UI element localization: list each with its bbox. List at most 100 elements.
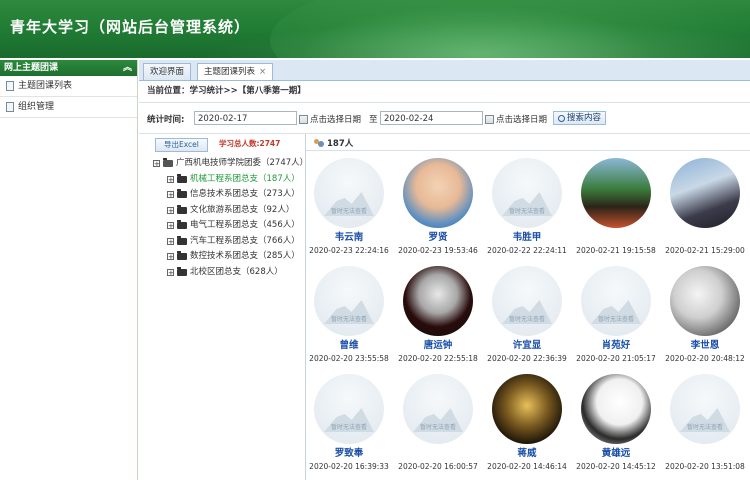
learner-name[interactable]: 蒋威 (482, 447, 572, 461)
learner-card[interactable]: 唐运钟 2020-02-20 22:55:18 (393, 266, 483, 363)
learner-card[interactable]: 2020-02-21 15:29:00 (660, 158, 750, 255)
search-button-label: 搜索内容 (567, 113, 602, 123)
learner-name[interactable]: 唐运钟 (393, 339, 483, 353)
sidebar-item-topic-list[interactable]: 主题团课列表 (0, 76, 137, 97)
search-button[interactable]: 搜索内容 (553, 111, 607, 125)
learner-card[interactable]: 蒋威 2020-02-20 14:46:14 (482, 374, 572, 471)
learner-grid-panel: 187人 暂时无法查看 韦云南 2020-02-23 22:24:16 罗贤 2020-… (306, 134, 750, 480)
expand-icon[interactable]: + (167, 206, 174, 214)
tree-node[interactable]: + 信息技术系团总支（273人） (153, 187, 305, 203)
tab-label: 欢迎界面 (150, 67, 185, 77)
learner-name[interactable]: 罗致奉 (306, 447, 394, 461)
tree-node[interactable]: + 汽车工程系团总支（766人） (153, 234, 305, 250)
document-icon (6, 102, 14, 112)
learner-name[interactable]: 黄雄远 (571, 447, 661, 461)
tree-node-root[interactable]: + 广西机电技师学院团委（2747人） (153, 156, 305, 172)
avatar[interactable]: 暂时无法查看 (314, 266, 384, 336)
tree-node[interactable]: + 数控技术系团总支（285人） (153, 249, 305, 265)
expand-icon[interactable]: + (167, 253, 174, 261)
end-date-input[interactable]: 2020-02-24 (380, 111, 483, 125)
avatar[interactable] (492, 374, 562, 444)
tree-node-label: 信息技术系团总支（273人） (190, 189, 300, 199)
learner-card[interactable]: 罗贤 2020-02-23 19:53:46 (393, 158, 483, 255)
avatar-placeholder-text: 暂时无法查看 (508, 208, 545, 215)
folder-icon (177, 220, 187, 230)
learner-card[interactable]: 暂时无法查看 2020-02-20 13:51:08 (660, 374, 750, 471)
expand-icon[interactable]: + (167, 268, 174, 276)
folder-icon (177, 251, 187, 261)
folder-icon (177, 189, 187, 199)
avatar[interactable] (581, 158, 651, 228)
expand-icon[interactable]: + (153, 160, 160, 168)
learner-name[interactable]: 曾维 (306, 339, 394, 353)
avatar[interactable] (670, 158, 740, 228)
avatar[interactable] (403, 158, 473, 228)
learner-card[interactable]: 李世恩 2020-02-20 20:48:12 (660, 266, 750, 363)
learner-name[interactable]: 罗贤 (393, 231, 483, 245)
avatar[interactable]: 暂时无法查看 (581, 266, 651, 336)
learner-card[interactable]: 2020-02-21 19:15:58 (571, 158, 661, 255)
start-date-input[interactable]: 2020-02-17 (194, 111, 297, 125)
learner-card[interactable]: 黄雄远 2020-02-20 14:45:12 (571, 374, 661, 471)
learner-time: 2020-02-20 14:45:12 (576, 462, 656, 471)
learner-card[interactable]: 暂时无法查看肖苑好 2020-02-20 21:05:17 (571, 266, 661, 363)
learner-card[interactable]: 暂时无法查看 韦云南 2020-02-23 22:24:16 (306, 158, 394, 255)
expand-icon[interactable]: + (167, 222, 174, 230)
count-label: 187人 (327, 139, 354, 149)
avatar[interactable]: 暂时无法查看 (670, 374, 740, 444)
learner-name[interactable] (393, 447, 483, 461)
tree-node-label: 文化旅游系团总支（92人） (190, 204, 295, 215)
learner-name[interactable] (571, 231, 661, 245)
tab-bar: 欢迎界面 主题团课列表 × (139, 60, 750, 81)
app-header: 青年大学习（网站后台管理系统） (0, 0, 750, 58)
avatar[interactable] (670, 266, 740, 336)
learner-time: 2020-02-20 23:55:58 (309, 354, 389, 363)
tree-node[interactable]: + 北校区团总支（628人） (153, 265, 305, 281)
tab-topic-list[interactable]: 主题团课列表 × (197, 63, 274, 80)
avatar[interactable]: 暂时无法查看 (314, 374, 384, 444)
tree-node[interactable]: + 文化旅游系团总支（92人） (153, 203, 305, 219)
learner-time: 2020-02-20 22:36:39 (487, 354, 567, 363)
learner-name[interactable] (660, 447, 750, 461)
sidebar: 网上主题团课 ︽ 主题团课列表 组织管理 (0, 60, 138, 480)
end-date-picker[interactable]: 点击选择日期 (485, 113, 547, 125)
avatar[interactable]: 暂时无法查看 (314, 158, 384, 228)
learner-card[interactable]: 暂时无法查看曾维 2020-02-20 23:55:58 (306, 266, 394, 363)
learner-name[interactable]: 李世恩 (660, 339, 750, 353)
learner-name[interactable] (660, 231, 750, 245)
tree-node[interactable]: + 机械工程系团总支（187人） (153, 172, 305, 188)
tree-node[interactable]: + 电气工程系团总支（456人） (153, 218, 305, 234)
collapse-icon[interactable]: ︽ (123, 60, 132, 76)
sidebar-title: 网上主题团课 (4, 63, 59, 73)
folder-open-icon (163, 158, 173, 168)
avatar-placeholder-text: 暂时无法查看 (419, 424, 456, 431)
learner-name[interactable]: 许宜显 (482, 339, 572, 353)
learner-card[interactable]: 暂时无法查看 罗致奉 2020-02-20 16:39:33 (306, 374, 394, 471)
learner-name[interactable]: 韦胜甲 (482, 231, 572, 245)
close-icon[interactable]: × (259, 67, 266, 77)
avatar[interactable]: 暂时无法查看 (492, 266, 562, 336)
learner-name[interactable]: 韦云南 (306, 231, 394, 245)
document-icon (6, 81, 14, 91)
avatar[interactable] (581, 374, 651, 444)
learner-time: 2020-02-21 15:29:00 (665, 246, 745, 255)
learner-card[interactable]: 暂时无法查看 2020-02-20 16:00:57 (393, 374, 483, 471)
learner-card[interactable]: 暂时无法查看 韦胜甲 2020-02-22 22:24:11 (482, 158, 572, 255)
expand-icon[interactable]: + (167, 175, 174, 183)
folder-icon (177, 173, 187, 183)
breadcrumb: 当前位置：学习统计>>【第八季第一期】 (147, 86, 306, 96)
expand-icon[interactable]: + (167, 191, 174, 199)
start-date-picker[interactable]: 点击选择日期 (299, 113, 361, 125)
learner-time: 2020-02-20 14:46:14 (487, 462, 567, 471)
tree-node-label: 电气工程系团总支（456人） (190, 220, 300, 230)
learner-card[interactable]: 暂时无法查看许宜显 2020-02-20 22:36:39 (482, 266, 572, 363)
avatar[interactable]: 暂时无法查看 (492, 158, 562, 228)
export-excel-button[interactable]: 导出Excel (155, 138, 208, 152)
learner-name[interactable]: 肖苑好 (571, 339, 661, 353)
learner-time: 2020-02-20 21:05:17 (576, 354, 656, 363)
sidebar-item-org-management[interactable]: 组织管理 (0, 97, 137, 118)
tab-welcome[interactable]: 欢迎界面 (143, 63, 192, 80)
avatar[interactable]: 暂时无法查看 (403, 374, 473, 444)
avatar[interactable] (403, 266, 473, 336)
expand-icon[interactable]: + (167, 237, 174, 245)
